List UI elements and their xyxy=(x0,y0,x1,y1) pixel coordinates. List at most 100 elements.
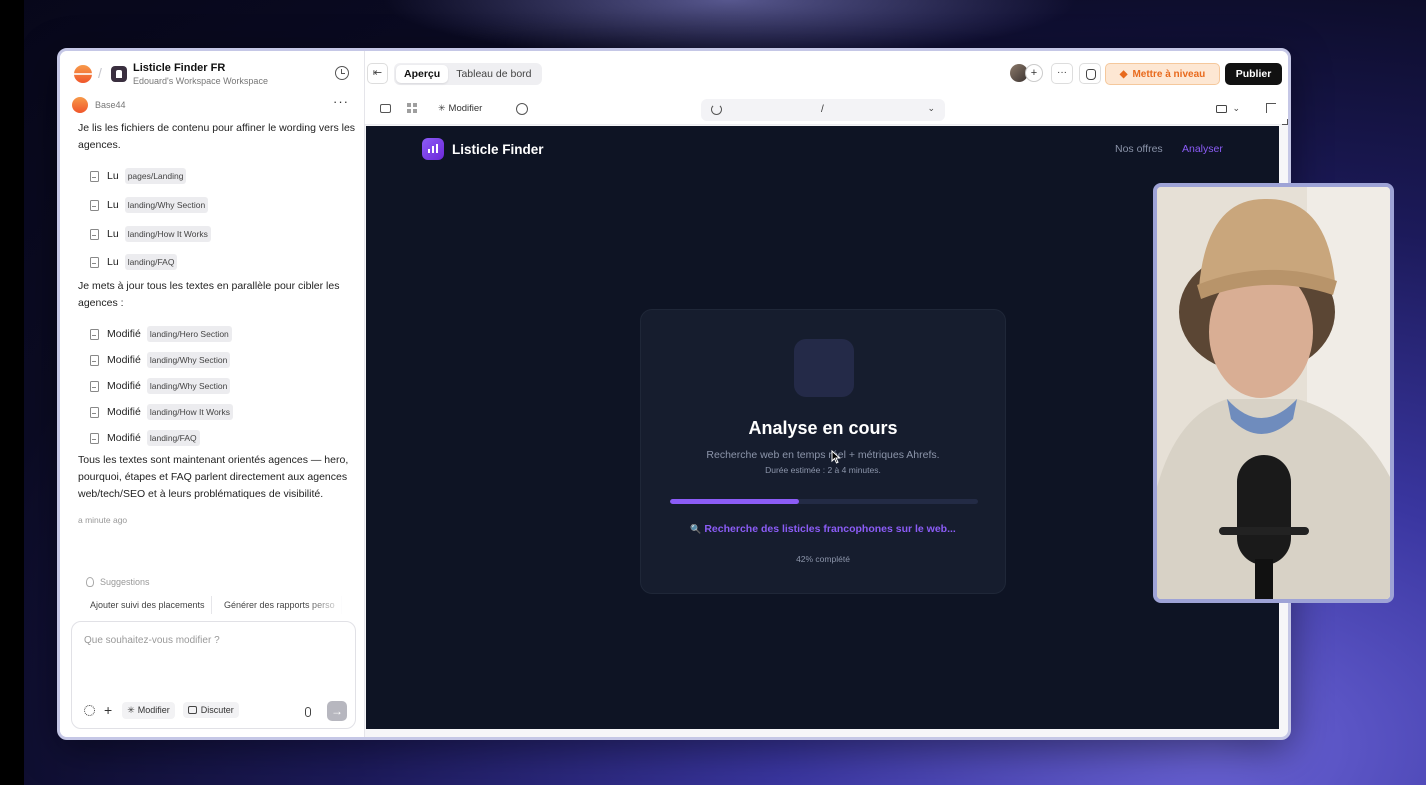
nav-analyser[interactable]: Analyser xyxy=(1182,143,1223,155)
file-icon xyxy=(90,406,99,418)
read-file-item: Lu landing/Why Section xyxy=(90,196,209,214)
file-tag[interactable]: landing/How It Works xyxy=(146,404,234,420)
settings-icon[interactable] xyxy=(84,704,95,716)
file-tag[interactable]: pages/Landing xyxy=(124,168,187,184)
file-action: Lu xyxy=(107,170,119,182)
agent-name: Base44 xyxy=(95,100,126,110)
file-action: Lu xyxy=(107,256,119,268)
chevron-down-icon[interactable]: ⌄ xyxy=(927,103,935,114)
modify-mode-label: Modifier xyxy=(137,705,170,715)
chat-message: Je lis les fichiers de contenu pour affi… xyxy=(78,122,356,151)
tab-apercu[interactable]: Aperçu xyxy=(396,65,449,83)
upgrade-label: Mettre à niveau xyxy=(1132,68,1206,80)
more-options-icon[interactable]: ··· xyxy=(333,94,349,109)
read-file-item: Lu landing/How It Works xyxy=(90,225,211,243)
webcam-overlay xyxy=(1153,183,1394,603)
file-icon xyxy=(90,170,99,182)
sparkle-icon: ✳ xyxy=(127,704,135,715)
discuss-mode-button[interactable]: Discuter xyxy=(182,702,239,718)
presenter-video xyxy=(1157,187,1390,599)
tab-tableau-de-bord[interactable]: Tableau de bord xyxy=(448,65,539,83)
chat-panel: / Listicle Finder FR Edouard's Workspace… xyxy=(60,51,365,737)
fade-overlay xyxy=(306,595,346,617)
url-bar[interactable]: / ⌄ xyxy=(701,99,945,121)
app-preview: Listicle Finder Nos offres Analyser Anal… xyxy=(366,126,1279,729)
chart-logo-icon xyxy=(422,138,444,160)
file-action: Lu xyxy=(107,199,119,211)
file-tag[interactable]: landing/Why Section xyxy=(146,378,231,394)
modified-file-item: Modifié landing/Hero Section xyxy=(90,325,232,343)
file-tag[interactable]: landing/FAQ xyxy=(124,254,178,270)
sparkle-icon: ✳ xyxy=(438,103,446,113)
visual-edit-button[interactable]: ✳ Modifier xyxy=(438,103,482,114)
refresh-icon[interactable] xyxy=(711,104,722,115)
analysis-card: Analyse en cours Recherche web en temps … xyxy=(640,309,1006,594)
visual-edit-label: Modifier xyxy=(448,103,483,114)
read-file-item: Lu landing/FAQ xyxy=(90,253,178,271)
analysis-subtitle: Recherche web en temps réel + métriques … xyxy=(706,449,940,461)
loading-icon xyxy=(794,339,854,397)
file-action: Modifié xyxy=(107,380,141,392)
progress-fill xyxy=(670,499,800,504)
palette-icon[interactable] xyxy=(516,103,528,115)
monitor-icon xyxy=(1216,104,1228,113)
grid-view-icon[interactable] xyxy=(407,103,417,113)
file-icon xyxy=(90,256,99,268)
agent-header: Base44 ··· xyxy=(72,94,357,113)
file-action: Modifié xyxy=(107,354,141,366)
workspace-name: Edouard's Workspace Workspace xyxy=(133,76,268,86)
file-icon xyxy=(90,432,99,444)
analysis-step: 🔍 Recherche des listicles francophones su… xyxy=(641,523,1005,535)
microphone-icon[interactable] xyxy=(305,707,311,717)
file-icon xyxy=(90,354,99,366)
suggestions-label: Suggestions xyxy=(100,577,150,587)
view-tabs: Aperçu Tableau de bord xyxy=(394,63,542,85)
lightbulb-icon xyxy=(86,577,94,587)
chat-composer[interactable]: Que souhaitez-vous modifier ? + ✳ Modifi… xyxy=(71,621,356,729)
file-tag[interactable]: landing/Hero Section xyxy=(146,326,232,342)
device-selector[interactable]: ⌄ xyxy=(1216,103,1240,114)
modify-mode-button[interactable]: ✳ Modifier xyxy=(122,701,175,719)
nav-nos-offres[interactable]: Nos offres xyxy=(1115,143,1163,155)
left-edge xyxy=(0,0,24,785)
file-tag[interactable]: landing/FAQ xyxy=(146,430,200,446)
send-button[interactable]: → xyxy=(327,701,347,721)
app-window: / Listicle Finder FR Edouard's Workspace… xyxy=(57,48,1291,740)
history-icon[interactable] xyxy=(335,66,349,80)
top-bar: ⇤ Aperçu Tableau de bord + ··· ◆ Mettre … xyxy=(365,51,1288,95)
analysis-title: Analyse en cours xyxy=(748,418,898,438)
composer-input[interactable]: Que souhaitez-vous modifier ? xyxy=(84,635,220,646)
file-action: Modifié xyxy=(107,432,141,444)
file-icon xyxy=(90,199,99,211)
analysis-eta: Durée estimée : 2 à 4 minutes. xyxy=(765,465,881,475)
invite-button[interactable]: + xyxy=(1025,64,1043,82)
url-path[interactable]: / xyxy=(821,104,824,115)
base44-logo[interactable] xyxy=(74,65,92,83)
project-title[interactable]: Listicle Finder FR xyxy=(133,62,225,74)
separator: / xyxy=(98,65,102,81)
file-tag[interactable]: landing/Why Section xyxy=(124,197,209,213)
file-tag[interactable]: landing/Why Section xyxy=(146,352,231,368)
add-icon[interactable]: + xyxy=(104,703,112,717)
chat-icon xyxy=(187,706,197,714)
github-icon[interactable] xyxy=(1079,63,1101,84)
composer-toolbar: + ✳ Modifier Discuter → xyxy=(84,701,347,721)
read-file-item: Lu pages/Landing xyxy=(90,167,187,185)
single-view-icon[interactable] xyxy=(380,104,391,113)
fullscreen-icon[interactable] xyxy=(1266,103,1288,125)
agent-avatar xyxy=(72,97,88,113)
more-menu-button[interactable]: ··· xyxy=(1051,63,1073,84)
brand[interactable]: Listicle Finder xyxy=(422,138,544,160)
upgrade-button[interactable]: ◆ Mettre à niveau xyxy=(1105,63,1220,85)
progress-bar xyxy=(670,499,978,504)
suggestions-header: Suggestions xyxy=(86,577,150,587)
chevron-down-icon: ⌄ xyxy=(1232,103,1240,113)
file-action: Lu xyxy=(107,228,119,240)
collapse-sidebar-button[interactable]: ⇤ xyxy=(367,63,388,84)
file-tag[interactable]: landing/How It Works xyxy=(124,226,211,242)
publish-button[interactable]: Publier xyxy=(1225,63,1282,85)
suggestions-list: Ajouter suivi des placements Générer des… xyxy=(84,595,346,617)
progress-label: 42% complété xyxy=(796,554,850,564)
suggestion-chip[interactable]: Ajouter suivi des placements xyxy=(84,596,212,614)
diamond-icon: ◆ xyxy=(1119,68,1128,80)
